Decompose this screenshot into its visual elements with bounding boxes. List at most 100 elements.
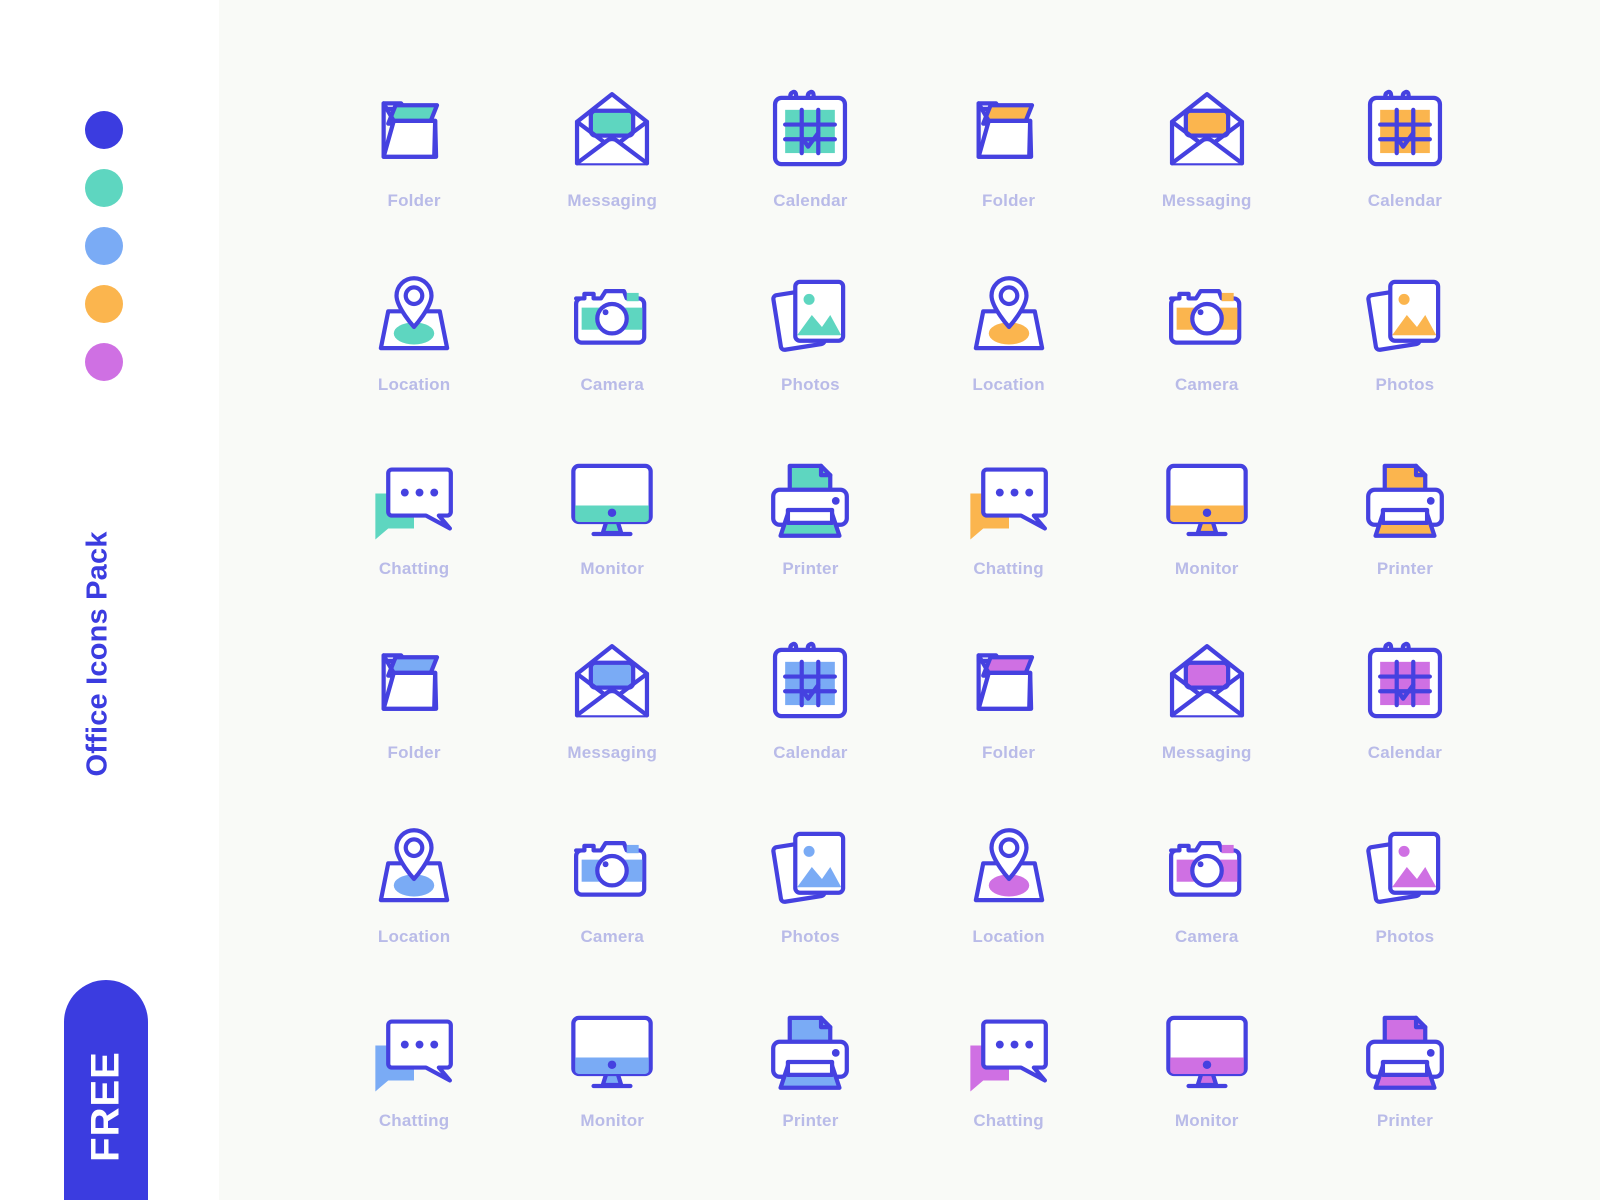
map-pin-icon	[368, 821, 460, 913]
folder-icon	[368, 637, 460, 729]
icon-label: Camera	[580, 927, 645, 946]
free-badge: FREE	[64, 980, 148, 1200]
icon-label: Printer	[782, 1111, 839, 1130]
calendar-icon	[1359, 85, 1451, 177]
printer-icon	[764, 1005, 856, 1097]
icon-cell-printer-14[interactable]: Printer	[711, 424, 909, 608]
icon-label: Folder	[387, 743, 441, 762]
folder-icon	[963, 85, 1055, 177]
color-swatch-1[interactable]	[85, 169, 123, 207]
icon-label: Messaging	[567, 191, 658, 210]
icon-cell-photos-11[interactable]: Photos	[1306, 240, 1504, 424]
icon-cell-messaging-19[interactable]: Messaging	[513, 608, 711, 792]
icon-cell-location-9[interactable]: Location	[910, 240, 1108, 424]
icon-label: Chatting	[378, 559, 450, 578]
camera-icon	[566, 821, 658, 913]
icon-cell-photos-8[interactable]: Photos	[711, 240, 909, 424]
chat-bubble-icon	[368, 1005, 460, 1097]
chat-bubble-icon	[368, 453, 460, 545]
free-badge-label: FREE	[83, 1051, 128, 1162]
icon-cell-monitor-31[interactable]: Monitor	[513, 976, 711, 1160]
icon-cell-camera-25[interactable]: Camera	[513, 792, 711, 976]
icon-cell-location-6[interactable]: Location	[315, 240, 513, 424]
icon-cell-camera-28[interactable]: Camera	[1108, 792, 1306, 976]
icon-label: Photos	[1375, 927, 1435, 946]
icon-label: Location	[377, 927, 451, 946]
icon-cell-photos-26[interactable]: Photos	[711, 792, 909, 976]
icon-label: Photos	[781, 927, 840, 946]
icon-cell-chatting-33[interactable]: Chatting	[910, 976, 1108, 1160]
envelope-icon	[1161, 637, 1253, 729]
icon-cell-messaging-1[interactable]: Messaging	[513, 56, 711, 240]
icon-label: Monitor	[580, 1111, 645, 1130]
icon-label: Folder	[387, 191, 441, 210]
icon-label: Monitor	[1174, 559, 1239, 578]
icon-label: Calendar	[1367, 743, 1443, 762]
icon-cell-folder-18[interactable]: Folder	[315, 608, 513, 792]
icon-label: Photos	[1375, 375, 1435, 394]
map-pin-icon	[963, 269, 1055, 361]
monitor-icon	[566, 1005, 658, 1097]
icon-cell-calendar-5[interactable]: Calendar	[1306, 56, 1504, 240]
icon-cell-chatting-15[interactable]: Chatting	[910, 424, 1108, 608]
icon-cell-monitor-13[interactable]: Monitor	[513, 424, 711, 608]
icon-cell-location-24[interactable]: Location	[315, 792, 513, 976]
printer-icon	[1359, 1005, 1451, 1097]
icon-label: Printer	[782, 559, 839, 578]
icon-label: Camera	[1174, 375, 1239, 394]
printer-icon	[764, 453, 856, 545]
camera-icon	[1161, 821, 1253, 913]
icon-cell-messaging-22[interactable]: Messaging	[1108, 608, 1306, 792]
sidebar: Office Icons Pack FREE	[0, 0, 219, 1200]
icon-gallery: Folder Messaging Calendar Folder Messagi…	[219, 0, 1600, 1200]
color-swatch-0[interactable]	[85, 111, 123, 149]
envelope-icon	[1161, 85, 1253, 177]
icon-cell-printer-32[interactable]: Printer	[711, 976, 909, 1160]
photos-icon	[1359, 821, 1451, 913]
color-swatch-list	[85, 111, 123, 381]
icon-label: Calendar	[773, 191, 848, 210]
color-swatch-3[interactable]	[85, 285, 123, 323]
icon-cell-monitor-34[interactable]: Monitor	[1108, 976, 1306, 1160]
icon-label: Chatting	[973, 1111, 1044, 1130]
icon-label: Chatting	[973, 559, 1044, 578]
color-swatch-2[interactable]	[85, 227, 123, 265]
photos-icon	[1359, 269, 1451, 361]
icon-label: Folder	[982, 743, 1036, 762]
icon-grid: Folder Messaging Calendar Folder Messagi…	[219, 0, 1600, 1200]
icon-label: Printer	[1376, 1111, 1434, 1130]
icon-label: Messaging	[567, 743, 658, 762]
icon-label: Camera	[1174, 927, 1239, 946]
icon-cell-chatting-30[interactable]: Chatting	[315, 976, 513, 1160]
icon-label: Messaging	[1161, 191, 1252, 210]
icon-cell-photos-29[interactable]: Photos	[1306, 792, 1504, 976]
icon-cell-folder-21[interactable]: Folder	[910, 608, 1108, 792]
color-swatch-4[interactable]	[85, 343, 123, 381]
icon-cell-printer-35[interactable]: Printer	[1306, 976, 1504, 1160]
monitor-icon	[566, 453, 658, 545]
folder-icon	[963, 637, 1055, 729]
icon-label: Messaging	[1161, 743, 1252, 762]
icon-label: Location	[972, 375, 1045, 394]
icon-label: Photos	[781, 375, 840, 394]
icon-cell-folder-0[interactable]: Folder	[315, 56, 513, 240]
icon-label: Location	[377, 375, 451, 394]
icon-label: Monitor	[580, 559, 645, 578]
calendar-icon	[764, 637, 856, 729]
icon-cell-camera-7[interactable]: Camera	[513, 240, 711, 424]
icon-label: Folder	[982, 191, 1036, 210]
icon-label: Monitor	[1174, 1111, 1239, 1130]
icon-cell-location-27[interactable]: Location	[910, 792, 1108, 976]
envelope-icon	[566, 637, 658, 729]
icon-label: Calendar	[1367, 191, 1443, 210]
icon-cell-calendar-23[interactable]: Calendar	[1306, 608, 1504, 792]
icon-cell-folder-3[interactable]: Folder	[910, 56, 1108, 240]
icon-cell-calendar-2[interactable]: Calendar	[711, 56, 909, 240]
icon-cell-printer-17[interactable]: Printer	[1306, 424, 1504, 608]
chat-bubble-icon	[963, 453, 1055, 545]
icon-cell-calendar-20[interactable]: Calendar	[711, 608, 909, 792]
icon-cell-chatting-12[interactable]: Chatting	[315, 424, 513, 608]
icon-cell-messaging-4[interactable]: Messaging	[1108, 56, 1306, 240]
icon-cell-monitor-16[interactable]: Monitor	[1108, 424, 1306, 608]
icon-cell-camera-10[interactable]: Camera	[1108, 240, 1306, 424]
